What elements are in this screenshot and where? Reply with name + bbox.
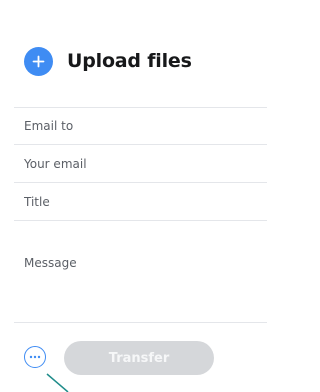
plus-icon[interactable] <box>24 46 53 76</box>
email-to-input[interactable] <box>24 108 259 144</box>
your-email-input[interactable] <box>24 145 259 182</box>
upload-files-label: Upload files <box>67 50 192 72</box>
title-input[interactable] <box>24 183 259 220</box>
more-options-icon <box>29 355 41 359</box>
transfer-panel: Upload files Transfer <box>10 0 267 392</box>
transfer-button[interactable]: Transfer <box>64 341 214 375</box>
upload-files-button[interactable]: Upload files <box>24 45 192 77</box>
email-to-field-container <box>14 107 267 145</box>
your-email-field-container <box>14 145 267 183</box>
title-field-container <box>14 183 267 221</box>
more-options-button[interactable] <box>24 346 46 368</box>
message-field-container <box>14 248 267 323</box>
message-textarea[interactable] <box>24 256 259 314</box>
